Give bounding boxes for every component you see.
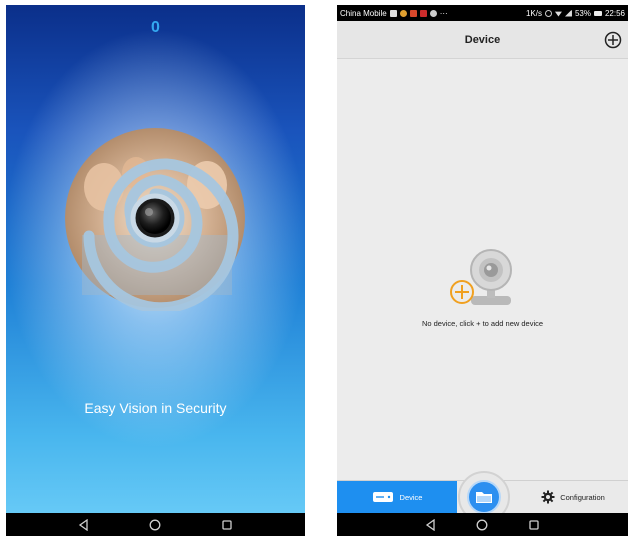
camera-spiral-logo-icon xyxy=(65,128,245,311)
status-bar: China Mobile ··· 1K/s 53% 22:56 xyxy=(337,5,628,21)
webcam-add-icon[interactable] xyxy=(449,246,519,308)
alarm-icon xyxy=(544,9,552,17)
splash-screen: 0 Easy Vision in Security xyxy=(6,5,305,513)
home-circle-icon[interactable] xyxy=(148,518,162,532)
carrier-label: China Mobile xyxy=(340,8,387,18)
folder-icon xyxy=(476,492,492,503)
title-bar: Device xyxy=(337,21,628,59)
mail-notification-icon xyxy=(409,9,417,17)
gear-icon xyxy=(541,490,555,504)
sync-icon xyxy=(429,9,437,17)
wifi-icon xyxy=(554,11,562,17)
splash-phone: 0 Easy Vision in Security xyxy=(6,5,305,536)
app-notification-icon xyxy=(399,9,407,17)
page-title: Device xyxy=(464,34,501,46)
signal-icon xyxy=(564,9,572,17)
tab-device[interactable]: Device xyxy=(337,481,457,513)
dvr-icon xyxy=(372,492,393,502)
battery-percent: 53% xyxy=(574,8,591,18)
recents-square-icon[interactable] xyxy=(527,518,541,532)
recents-square-icon[interactable] xyxy=(220,518,234,532)
badge-notification-icon xyxy=(419,9,427,17)
device-phone: China Mobile ··· 1K/s 53% 22:56 Device N… xyxy=(337,5,628,536)
tab-configuration[interactable]: Configuration xyxy=(518,481,628,513)
system-navigation-bar xyxy=(6,513,305,536)
more-icon: ··· xyxy=(439,8,448,18)
back-triangle-icon[interactable] xyxy=(424,518,438,532)
tab-device-label: Device xyxy=(399,492,423,502)
wrench-icon xyxy=(389,9,397,17)
empty-state-message: No device, click + to add new device xyxy=(421,319,544,328)
tab-configuration-label: Configuration xyxy=(560,492,605,502)
splash-counter: 0 xyxy=(151,19,160,36)
add-device-button[interactable] xyxy=(604,31,622,49)
splash-tagline: Easy Vision in Security xyxy=(84,400,227,416)
system-navigation-bar xyxy=(337,513,628,536)
clock-time: 22:56 xyxy=(604,8,625,18)
network-speed: 1K/s xyxy=(525,8,542,18)
home-circle-icon[interactable] xyxy=(475,518,489,532)
back-triangle-icon[interactable] xyxy=(77,518,91,532)
battery-icon xyxy=(593,10,602,16)
device-list-empty: No device, click + to add new device xyxy=(337,59,628,480)
